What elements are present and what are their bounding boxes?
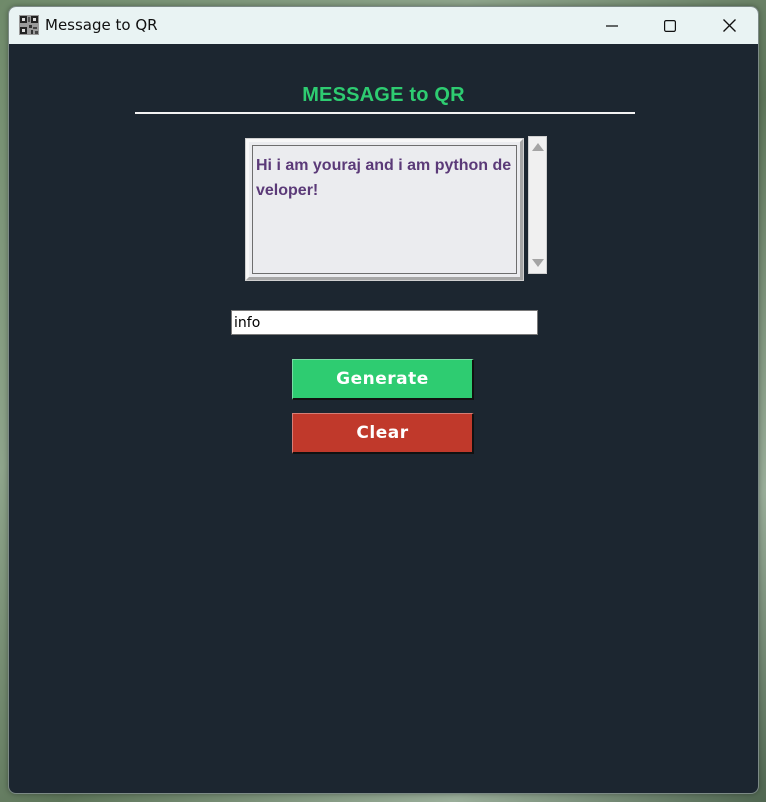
maximize-icon: [664, 19, 676, 32]
scroll-down-arrow-icon[interactable]: [532, 259, 544, 267]
filename-input[interactable]: [231, 310, 538, 335]
app-window: Message to QR MESSAGE to QR Hi i am your…: [8, 6, 759, 794]
page-title: MESSAGE to QR: [302, 84, 465, 106]
maximize-button[interactable]: [641, 7, 699, 44]
minimize-icon: [606, 20, 618, 32]
clear-button[interactable]: Clear: [292, 413, 474, 454]
title-divider: [135, 112, 635, 114]
window-title: Message to QR: [45, 16, 158, 34]
main-content: MESSAGE to QR Hi i am youraj and i am py…: [9, 44, 758, 793]
message-text[interactable]: Hi i am youraj and i am python developer…: [252, 145, 517, 274]
generate-button[interactable]: Generate: [292, 359, 474, 400]
scroll-up-arrow-icon[interactable]: [532, 143, 544, 151]
message-scrollbar[interactable]: [528, 136, 547, 274]
minimize-button[interactable]: [583, 7, 641, 44]
close-button[interactable]: [700, 7, 758, 44]
title-bar[interactable]: Message to QR: [9, 7, 758, 44]
message-textarea[interactable]: Hi i am youraj and i am python developer…: [245, 138, 524, 281]
qr-code-icon: [19, 15, 39, 35]
close-icon: [722, 19, 736, 32]
